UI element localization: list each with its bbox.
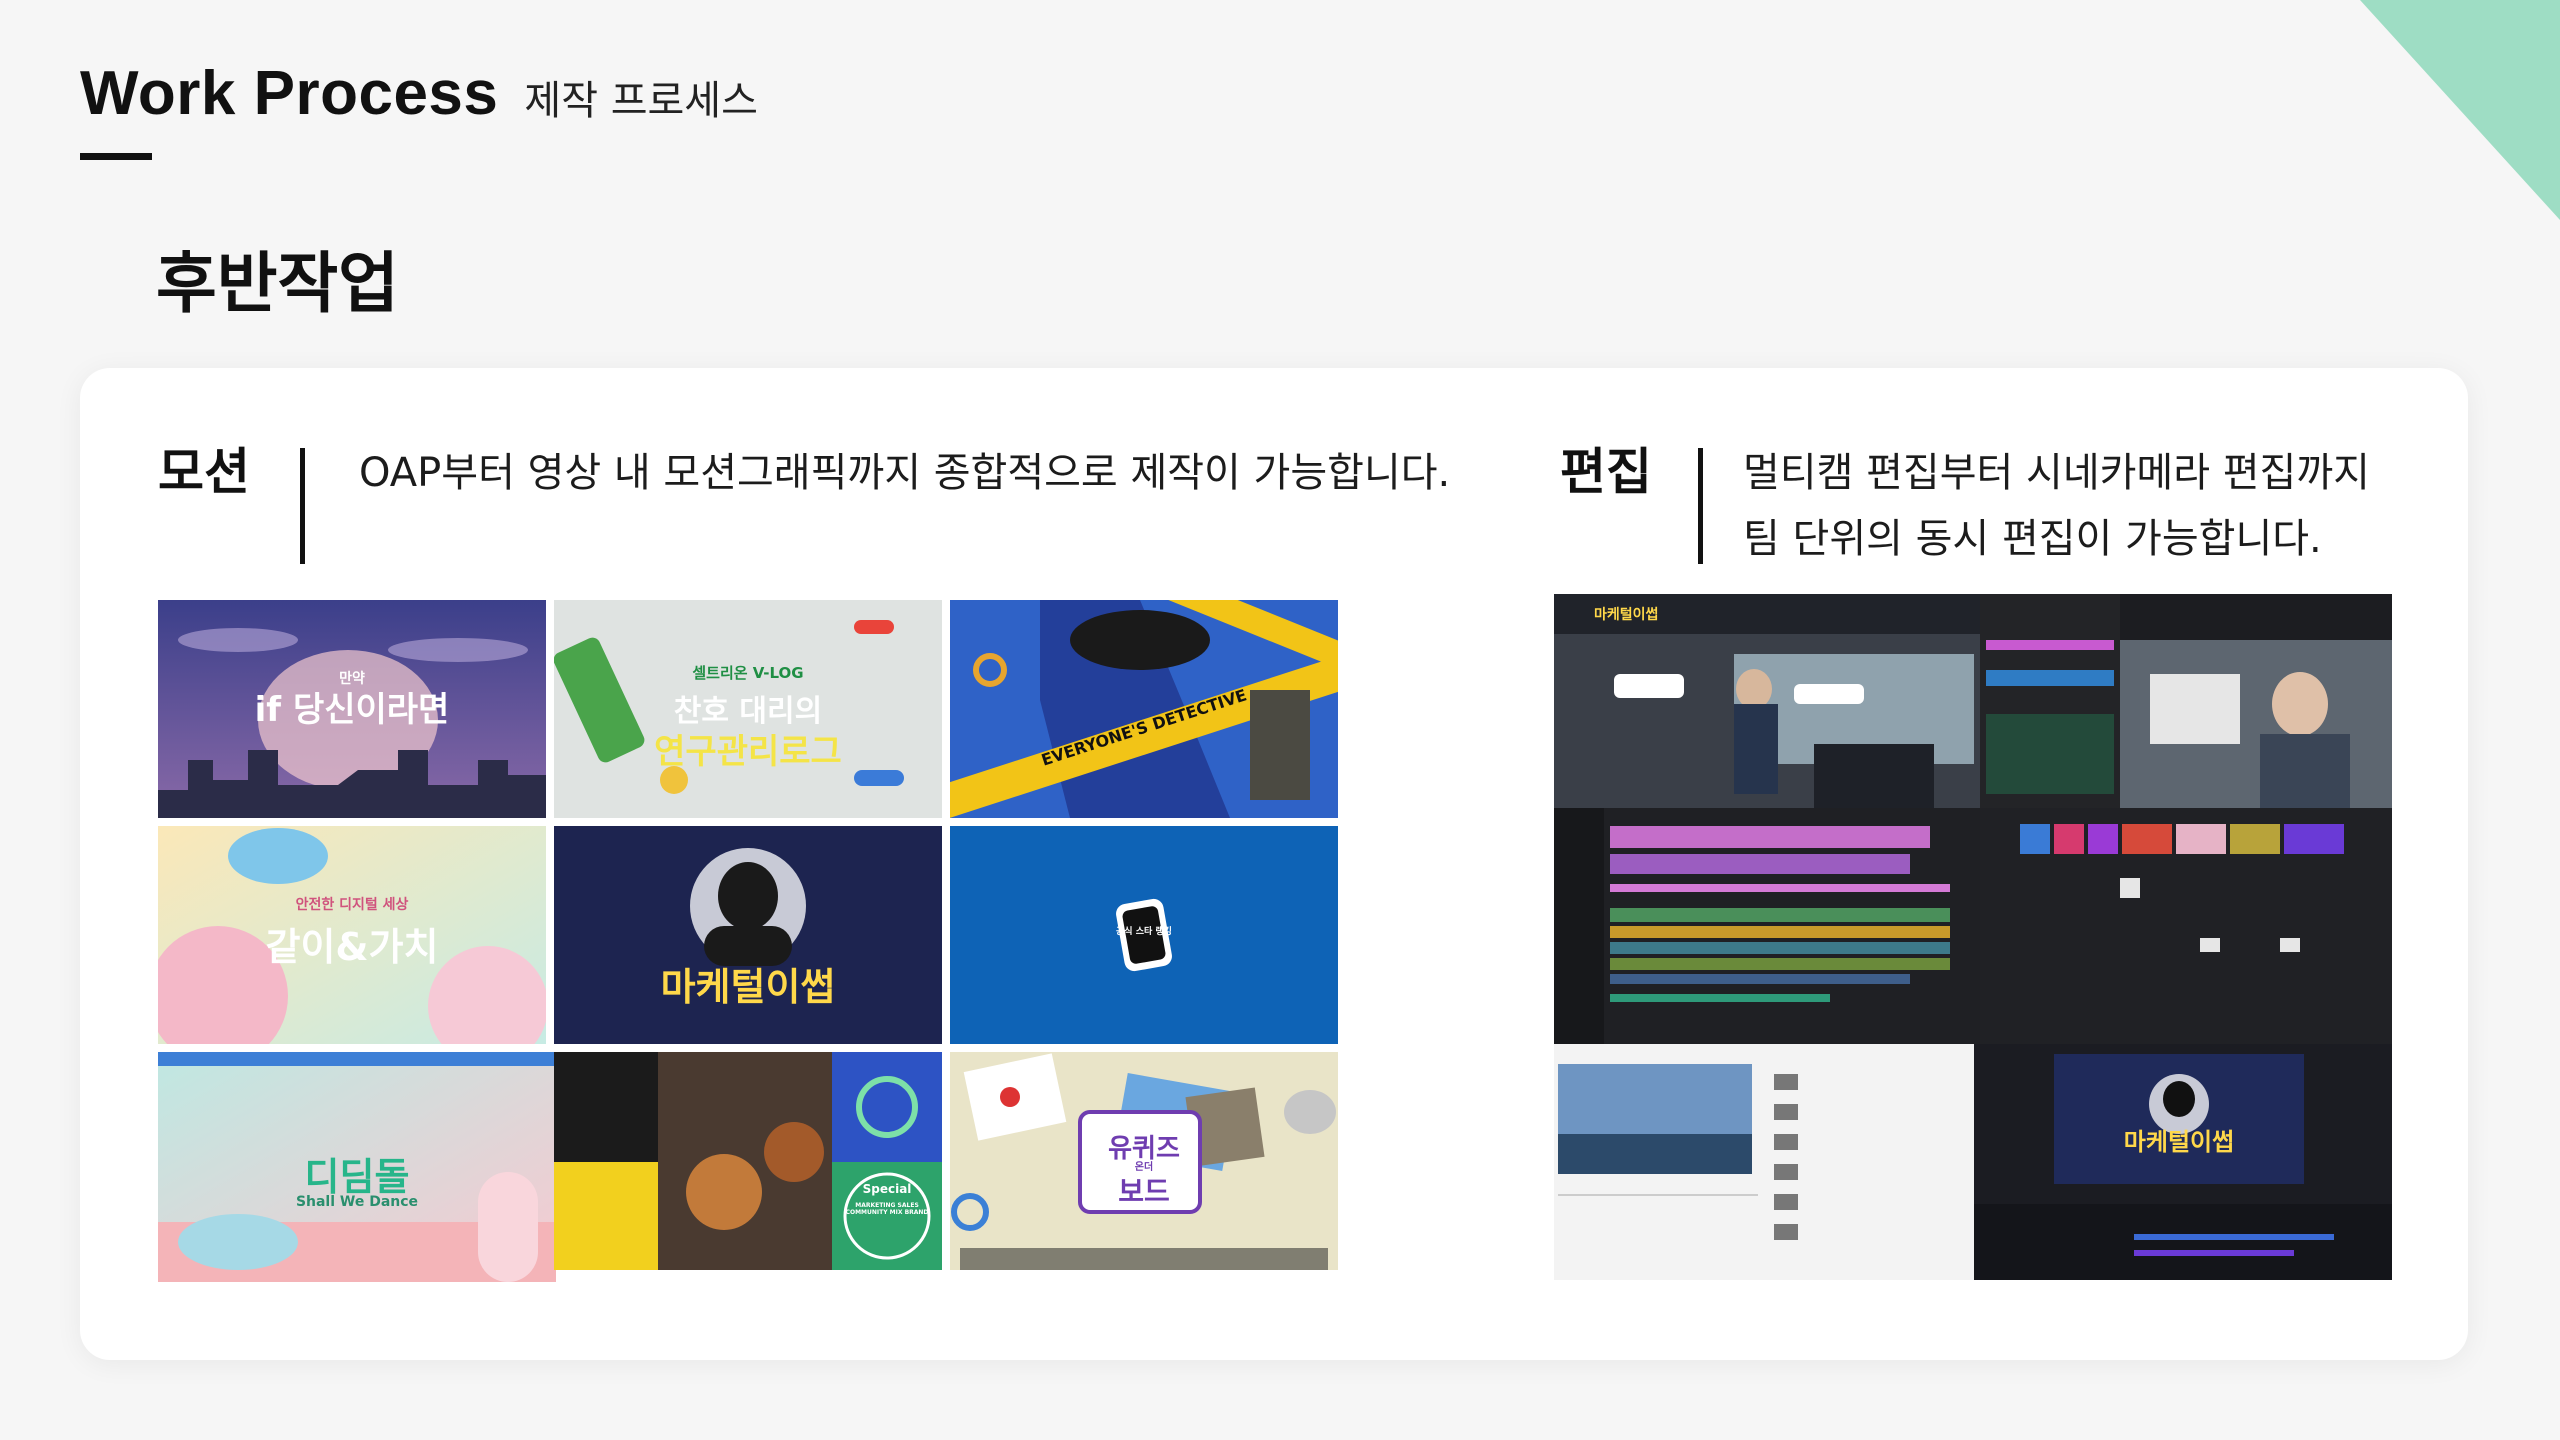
thumbnail-food-subtitle: MARKETING SALES COMMUNITY MIX BRAND <box>845 1202 929 1216</box>
motion-description: OAP부터 영상 내 모션그래픽까지 종합적으로 제작이 가능합니다. <box>359 450 1451 496</box>
thumbnail-vlog-subtitle: 연구관리로그 <box>654 732 842 772</box>
editing-label: 편집 <box>1560 443 1652 501</box>
thumbnail-food: Special MARKETING SALES COMMUNITY MIX BR… <box>554 1052 942 1270</box>
motion-thumbnail-grid: if 당신이라면 만약 셀트리온 V-LOG 찬호 대리의 연구관리로그 EVE… <box>158 600 1338 1282</box>
page-header: Work Process 제작 프로세스 <box>80 58 758 129</box>
thumbnail-marketer-title: 마케털이썹 <box>660 965 836 1009</box>
thumbnail-star-title: 공식 스타 랭킹 <box>1116 927 1172 937</box>
page-subtitle: 제작 프로세스 <box>524 78 758 124</box>
editing-screenshot-collage: 마케털이썹 마케털이썹 <box>1554 594 2392 1280</box>
edit-compositor: 마케털이썹 <box>1974 1044 2392 1280</box>
thumbnail-dance-title: 디딤돌 <box>304 1155 410 1199</box>
thumbnail-together: 안전한 디지털 세상 같이&가치 <box>158 826 546 1044</box>
thumbnail-detective: EVERYONE'S DETECTIVE <box>950 600 1338 818</box>
thumbnail-food-title: Special <box>862 1182 912 1196</box>
title-underline <box>80 153 152 160</box>
corner-accent-shape <box>2360 0 2560 220</box>
thumbnail-if: if 당신이라면 만약 <box>158 600 546 818</box>
thumbnail-if-title: if 당신이라면 <box>254 690 450 730</box>
edit-web-editor <box>1554 1044 1974 1280</box>
editing-description: 멀티캠 편집부터 시네카메라 편집까지 팀 단위의 동시 편집이 가능합니다. <box>1743 450 2370 562</box>
page-title: Work Process <box>80 59 499 128</box>
edit-preview-interview <box>2120 594 2392 808</box>
motion-divider <box>300 448 305 564</box>
thumbnail-quiz-board: 유퀴즈 온더 보드 <box>950 1052 1338 1270</box>
edit-timeline <box>1554 808 1980 1044</box>
motion-label: 모션 <box>158 443 250 501</box>
editing-divider <box>1698 448 1703 564</box>
thumbnail-together-small: 안전한 디지털 세상 <box>295 897 409 913</box>
thumbnail-if-small: 만약 <box>339 671 365 687</box>
edit-bins-panel <box>1980 594 2120 808</box>
editing-header: 편집 멀티캠 편집부터 시네카메라 편집까지 팀 단위의 동시 편집이 가능합니… <box>1560 440 2370 572</box>
edit-preview-office: 마케털이썹 <box>1554 594 1980 808</box>
section-title: 후반작업 <box>156 245 399 322</box>
thumbnail-dance-subtitle: Shall We Dance <box>295 1194 419 1210</box>
edit-media-panel <box>1980 808 2392 1044</box>
thumbnail-star-ranking: 공식 스타 랭킹 <box>950 826 1338 1044</box>
thumbnail-together-title: 같이&가치 <box>265 925 439 969</box>
motion-header: 모션 OAP부터 영상 내 모션그래픽까지 종합적으로 제작이 가능합니다. <box>158 440 1450 564</box>
thumbnail-vlog-small: 셀트리온 V-LOG <box>692 664 804 682</box>
content-card: 모션 OAP부터 영상 내 모션그래픽까지 종합적으로 제작이 가능합니다. 편… <box>80 368 2468 1360</box>
edit-compositor-title: 마케털이썹 <box>2123 1128 2235 1156</box>
thumbnail-marketer-lab: 마케털이썹 <box>554 826 942 1044</box>
thumbnail-vlog: 셀트리온 V-LOG 찬호 대리의 연구관리로그 <box>554 600 942 818</box>
thumbnail-quiz-subtitle: 보드 <box>1118 1175 1170 1208</box>
thumbnail-dance: 디딤돌 Shall We Dance <box>158 1052 556 1282</box>
edit-panel-title: 마케털이썹 <box>1594 607 1659 623</box>
